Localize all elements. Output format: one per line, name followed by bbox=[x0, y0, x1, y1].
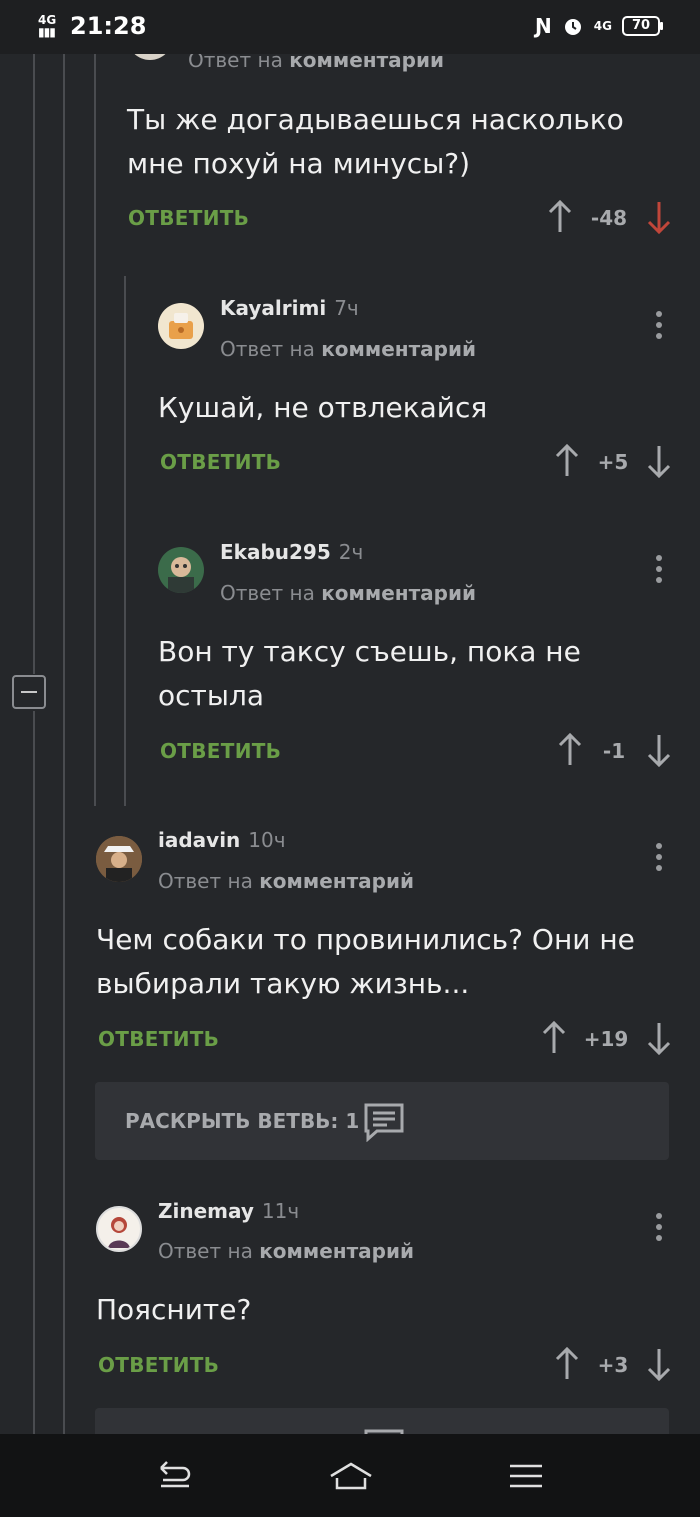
avatar[interactable] bbox=[158, 547, 204, 593]
back-icon[interactable] bbox=[155, 1456, 195, 1496]
username[interactable]: Kayalrimi 7ч bbox=[220, 296, 359, 320]
network-type-right: 4G bbox=[593, 19, 612, 33]
thread-line bbox=[63, 54, 65, 1434]
comment-time: 10ч bbox=[248, 828, 286, 852]
comment-score: -1 bbox=[602, 739, 626, 763]
reply-to-label: Ответ на комментарий bbox=[220, 581, 477, 605]
downvote-arrow-icon[interactable] bbox=[646, 444, 672, 478]
system-navigation-bar bbox=[0, 1434, 700, 1517]
comment-score: +5 bbox=[597, 450, 629, 474]
comment-score: -48 bbox=[590, 206, 628, 230]
comment-text: Вон ту таксу съешь, пока не остыла bbox=[158, 635, 581, 712]
comment-time: 2ч bbox=[338, 540, 364, 564]
comment-time: 11ч bbox=[261, 1199, 300, 1223]
reply-button[interactable]: ОТВЕТИТЬ bbox=[160, 450, 281, 474]
reply-to-label: Ответ на комментарий bbox=[220, 337, 477, 361]
reply-button[interactable]: ОТВЕТИТЬ bbox=[98, 1353, 219, 1377]
status-bar: 4G ▮▮▮ 21:28 Ɲ 4G 70 bbox=[0, 0, 700, 54]
upvote-arrow-icon[interactable] bbox=[554, 444, 580, 478]
thread-line bbox=[33, 54, 35, 674]
nfc-icon: Ɲ bbox=[535, 14, 552, 38]
upvote-arrow-icon[interactable] bbox=[557, 733, 583, 767]
downvote-arrow-icon[interactable] bbox=[646, 733, 672, 767]
reply-to-link[interactable]: комментарий bbox=[259, 869, 414, 893]
reply-button[interactable]: ОТВЕТИТЬ bbox=[128, 206, 249, 230]
comments-icon bbox=[364, 1103, 404, 1142]
more-options-icon[interactable] bbox=[655, 843, 663, 873]
reply-to-label: Ответ на комментарий bbox=[158, 1239, 415, 1263]
more-options-icon[interactable] bbox=[655, 311, 663, 341]
expand-branch-button[interactable]: РАСКРЫТЬ ВЕТВЬ: 1 bbox=[95, 1082, 669, 1160]
reply-button[interactable]: ОТВЕТИТЬ bbox=[98, 1027, 219, 1051]
thread-line bbox=[94, 54, 96, 806]
clock: 21:28 bbox=[70, 12, 147, 40]
username[interactable]: iadavin 10ч bbox=[158, 828, 286, 852]
upvote-arrow-icon[interactable] bbox=[554, 1347, 580, 1381]
more-options-icon[interactable] bbox=[655, 555, 663, 585]
thread-line bbox=[33, 711, 35, 1434]
avatar[interactable] bbox=[96, 836, 142, 882]
comment-text: Ты же догадываешься насколько мне похуй … bbox=[127, 103, 624, 180]
reply-to-link[interactable]: комментарий bbox=[321, 581, 476, 605]
thread-line bbox=[124, 276, 126, 806]
downvote-arrow-icon[interactable] bbox=[646, 1021, 672, 1055]
status-icons: Ɲ 4G 70 bbox=[535, 14, 663, 38]
downvote-arrow-icon[interactable] bbox=[646, 200, 672, 234]
alarm-icon bbox=[564, 19, 581, 35]
expand-branch-button-partial[interactable] bbox=[95, 1408, 669, 1436]
reply-to-link[interactable]: комментарий bbox=[259, 1239, 414, 1263]
more-options-icon[interactable] bbox=[655, 1213, 663, 1243]
menu-icon[interactable] bbox=[506, 1456, 546, 1496]
home-icon[interactable] bbox=[328, 1456, 374, 1496]
avatar[interactable] bbox=[96, 1206, 142, 1252]
comment-score: +3 bbox=[597, 1353, 629, 1377]
comment-text: Чем собаки то провинились? Они не выбира… bbox=[96, 923, 635, 1000]
signal-indicator: 4G ▮▮▮ bbox=[38, 13, 57, 39]
collapse-thread-button[interactable] bbox=[12, 675, 46, 709]
avatar[interactable] bbox=[158, 303, 204, 349]
upvote-arrow-icon[interactable] bbox=[547, 200, 573, 234]
comment-text: Кушай, не отвлекайся bbox=[158, 391, 488, 424]
comment-score: +19 bbox=[583, 1027, 629, 1051]
expand-branch-label: РАСКРЫТЬ ВЕТВЬ: 1 bbox=[125, 1109, 360, 1133]
upvote-arrow-icon[interactable] bbox=[541, 1021, 567, 1055]
comment-time: 7ч bbox=[334, 296, 359, 320]
battery-indicator: 70 bbox=[622, 16, 663, 36]
username[interactable]: Ekabu295 2ч bbox=[220, 540, 363, 564]
downvote-arrow-icon[interactable] bbox=[646, 1347, 672, 1381]
reply-to-link[interactable]: комментарий bbox=[321, 337, 476, 361]
username[interactable]: Zinemay 11ч bbox=[158, 1199, 299, 1223]
reply-button[interactable]: ОТВЕТИТЬ bbox=[160, 739, 281, 763]
comment-text: Поясните? bbox=[96, 1293, 252, 1326]
reply-to-label: Ответ на комментарий bbox=[158, 869, 415, 893]
